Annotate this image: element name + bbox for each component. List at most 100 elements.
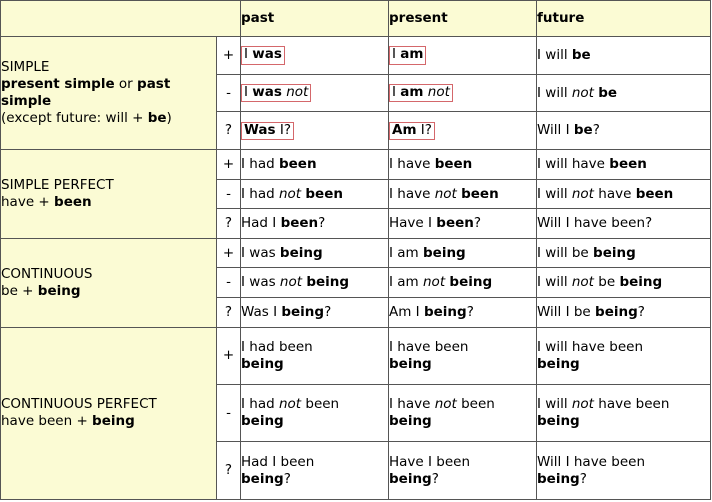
column-header-past: past — [240, 0, 389, 37]
form-text: Was I being? — [241, 303, 332, 320]
polarity-sign-cell: + — [216, 326, 241, 385]
cell-future: I will not have been being — [536, 383, 711, 443]
cell-future: Will I be being? — [536, 296, 711, 328]
form-text: Had I been being? — [241, 453, 315, 487]
form-text: I had not been being — [241, 396, 340, 430]
highlighted-form-text: I was not — [241, 83, 312, 103]
tense-group-formula: have + been — [1, 194, 92, 211]
cell-past: I had not been — [240, 178, 389, 210]
cell-future: I will have been being — [536, 326, 711, 385]
form-text: I will not be — [537, 84, 618, 101]
cell-future: I will not be — [536, 73, 711, 113]
cell-present: I have not been being — [388, 383, 537, 443]
table-row: CONTINUOUS be + being + I was being I am bei… — [0, 237, 711, 328]
cell-future: Will I have been being? — [536, 441, 711, 500]
form-text: I was being — [241, 244, 323, 261]
form-text: I will have been — [537, 156, 647, 173]
cell-future: I will not have been — [536, 178, 711, 210]
cell-past: Was I being? — [240, 296, 389, 328]
form-text: Have I been being? — [389, 453, 471, 487]
cell-future: I will have been — [536, 149, 711, 180]
tense-group-title: CONTINUOUS PERFECT — [1, 396, 157, 413]
tense-group-title: SIMPLE — [1, 59, 50, 76]
cell-present: I am being — [388, 237, 537, 269]
form-text: I had been being — [241, 338, 313, 372]
verb-tense-table: past present future SIMPLE present simple or… — [0, 0, 711, 501]
cell-future: I will be — [536, 36, 711, 75]
tense-group-note: (except future: will + be) — [1, 109, 172, 126]
tense-group-formula: be + being — [1, 282, 81, 299]
form-text: I had been — [241, 156, 317, 173]
cell-present: Have I been being? — [388, 441, 537, 500]
form-text: I will not have been being — [537, 396, 670, 430]
form-text: Am I being? — [389, 303, 474, 320]
form-text: I have not been — [389, 185, 499, 202]
tense-group-label: CONTINUOUS be + being — [0, 237, 217, 328]
table-row: CONTINUOUS PERFECT have been + being + I ha… — [0, 326, 711, 501]
table-row: SIMPLE PERFECT have + been + I had been I ha… — [0, 149, 711, 239]
polarity-sign-cell: + — [216, 237, 241, 269]
form-text: I have been — [389, 156, 473, 173]
cell-present: Have I been? — [388, 208, 537, 239]
form-text: I will not have been — [537, 185, 674, 202]
polarity-sign-cell: ? — [216, 208, 241, 239]
cell-present: Am I? — [388, 111, 537, 151]
cell-future: Will I be? — [536, 111, 711, 151]
polarity-sign-cell: ? — [216, 296, 241, 328]
cell-past: I was — [240, 36, 389, 75]
highlighted-form-text: I was — [241, 46, 285, 65]
polarity-sign-cell: + — [216, 36, 241, 75]
cell-present: I have not been — [388, 178, 537, 210]
cell-present: Am I being? — [388, 296, 537, 328]
table-row: SIMPLE present simple or past simple (exce… — [0, 35, 711, 151]
polarity-sign-cell: - — [216, 73, 241, 113]
form-text: I will be being — [537, 244, 636, 261]
highlighted-form-text: I am — [389, 46, 427, 65]
form-text: I will not be being — [537, 274, 663, 291]
polarity-sign-cell: ? — [216, 441, 241, 500]
tense-group-title: CONTINUOUS — [1, 265, 93, 282]
cell-future: Will I have been? — [536, 208, 711, 239]
cell-present: I am not — [388, 73, 537, 113]
cell-future: I will not be being — [536, 267, 711, 298]
column-header-present: present — [388, 0, 537, 37]
form-text: I will be — [537, 46, 591, 63]
cell-past: Was I? — [240, 111, 389, 151]
tense-group-label: CONTINUOUS PERFECT have been + being — [0, 326, 217, 501]
form-text: Will I be? — [537, 122, 600, 139]
cell-past: I was not — [240, 73, 389, 113]
cell-past: I had been — [240, 149, 389, 180]
highlighted-form-text: I am not — [389, 83, 453, 103]
cell-past: I had been being — [240, 326, 389, 385]
form-text: I had not been — [241, 185, 343, 202]
tense-group-formula: have been + being — [1, 413, 135, 430]
cell-past: Had I been being? — [240, 441, 389, 500]
cell-present: I have been — [388, 149, 537, 180]
tense-group-formula: present simple or past simple — [1, 76, 171, 110]
cell-present: I have been being — [388, 326, 537, 385]
form-text: Had I been? — [241, 215, 326, 232]
polarity-sign-cell: - — [216, 267, 241, 298]
highlighted-form-text: Was I? — [241, 121, 295, 141]
column-header-future: future — [536, 0, 711, 37]
cell-past: I was being — [240, 237, 389, 269]
form-text: Will I have been being? — [537, 453, 646, 487]
tense-group-label: SIMPLE PERFECT have + been — [0, 149, 217, 239]
form-text: I will have been being — [537, 338, 644, 372]
polarity-sign-cell: ? — [216, 111, 241, 151]
form-text: I have not been being — [389, 396, 495, 430]
polarity-sign-cell: + — [216, 149, 241, 180]
cell-past: I had not been being — [240, 383, 389, 443]
cell-present: I am — [388, 36, 537, 75]
form-text: Will I have been? — [537, 215, 653, 232]
highlighted-form-text: Am I? — [389, 121, 435, 141]
cell-past: I was not being — [240, 267, 389, 298]
header-blank-cell — [0, 0, 241, 37]
table-header-row: past present future — [0, 0, 711, 37]
cell-past: Had I been? — [240, 208, 389, 239]
form-text: I was not being — [241, 274, 350, 291]
form-text: Will I be being? — [537, 303, 645, 320]
cell-present: I am not being — [388, 267, 537, 298]
tense-group-label: SIMPLE present simple or past simple (exce… — [0, 35, 217, 151]
tense-group-title: SIMPLE PERFECT — [1, 177, 114, 194]
